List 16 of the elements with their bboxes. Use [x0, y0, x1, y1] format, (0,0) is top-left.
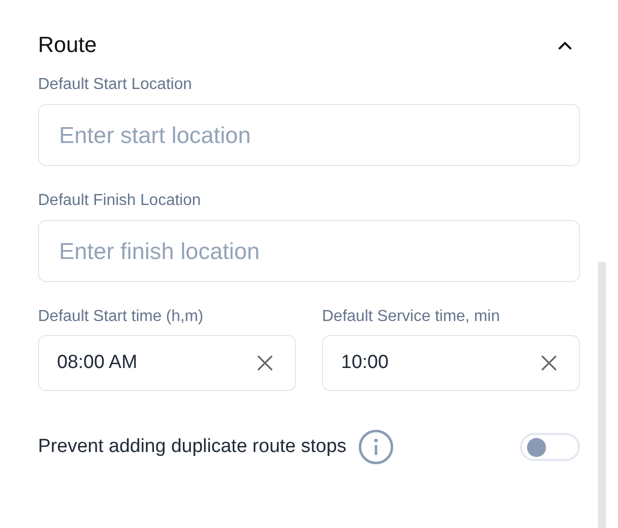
field-label: Default Start time (h,m) — [38, 308, 204, 326]
clear-icon[interactable] — [256, 354, 274, 372]
field-label: Default Start Location — [38, 76, 193, 94]
clear-icon[interactable] — [540, 354, 558, 372]
field-label: Default Service time, min — [322, 308, 501, 326]
input-field[interactable]: 08:00 AM — [38, 335, 296, 391]
info-icon[interactable] — [358, 429, 394, 465]
input-field[interactable]: Enter start location — [38, 104, 580, 166]
toggle-switch[interactable] — [520, 433, 580, 461]
toggle-label: Prevent adding duplicate route stops — [38, 436, 346, 458]
section-title: Route — [38, 32, 97, 58]
chevron-up-icon[interactable] — [558, 40, 572, 50]
field-label: Default Finish Location — [38, 192, 202, 210]
input-field[interactable]: 10:00 — [322, 335, 580, 391]
input-field[interactable]: Enter finish location — [38, 220, 580, 282]
scrollbar[interactable] — [598, 262, 606, 528]
